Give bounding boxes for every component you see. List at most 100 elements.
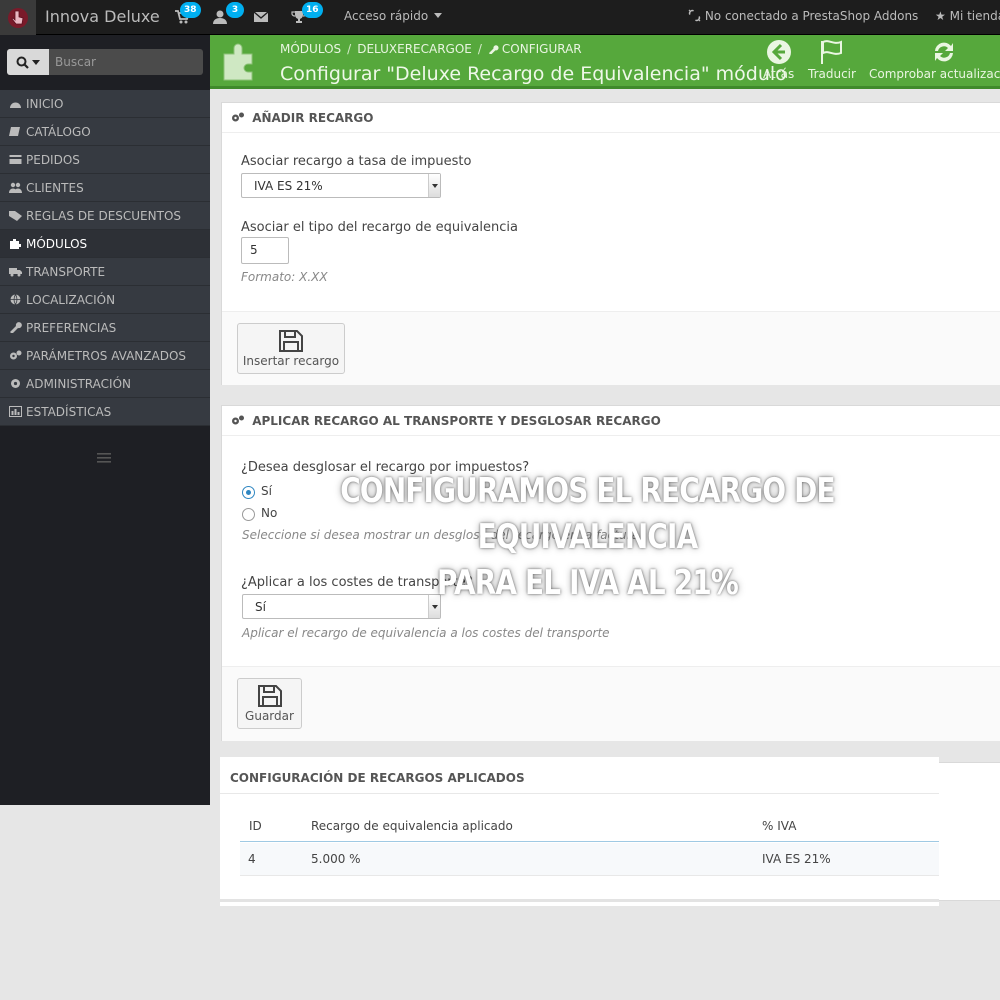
breadcrumb-module[interactable]: deluxerecargoe xyxy=(357,42,472,56)
sidebar-item-label: Estadísticas xyxy=(26,404,112,419)
flag-icon xyxy=(820,40,842,64)
translate-label: Traducir xyxy=(808,67,856,81)
users-icon xyxy=(9,182,22,193)
quick-access-label: Acceso rápido xyxy=(344,9,429,23)
addons-status-link[interactable]: No conectado a PrestaShop Addons xyxy=(688,9,918,23)
column-header-tax[interactable]: % IVA xyxy=(762,819,796,833)
credit-card-icon xyxy=(9,155,22,164)
prestashop-logo[interactable] xyxy=(0,0,36,35)
breadcrumb: Módulos / deluxerecargoe / Configurar xyxy=(280,42,582,56)
insert-surcharge-label: Insertar recargo xyxy=(242,354,340,368)
sidebar-item-label: Inicio xyxy=(26,96,64,111)
cogs-icon xyxy=(10,350,22,360)
sidebar-item-label: Parámetros avanzados xyxy=(26,348,187,363)
floppy-disk-icon xyxy=(257,685,282,707)
my-shop-label: Mi tienda xyxy=(949,9,1000,23)
collapse-menu-icon[interactable] xyxy=(97,452,111,464)
breakdown-yes-label[interactable]: Sí xyxy=(261,484,272,498)
sidebar-item-inicio[interactable]: Inicio xyxy=(0,90,210,118)
cogs-icon xyxy=(232,415,244,425)
promo-caption: Configuramos el recargo de equivalencia … xyxy=(294,468,880,606)
sidebar-item-estadisticas[interactable]: Estadísticas xyxy=(0,398,210,426)
applied-surcharges-highlight: Configuración de recargos aplicados ID R… xyxy=(220,757,939,906)
floppy-disk-icon xyxy=(279,330,303,352)
promo-caption-line-1: Configuramos el recargo de equivalencia xyxy=(340,471,835,557)
sidebar-item-pedidos[interactable]: Pedidos xyxy=(0,146,210,174)
dashboard-icon xyxy=(10,102,21,108)
check-update-button[interactable]: Comprobar actualización xyxy=(869,39,1000,81)
surcharge-type-label: Asociar el tipo del recargo de equivalen… xyxy=(241,220,518,235)
sidebar-item-parametros-avanzados[interactable]: Parámetros avanzados xyxy=(0,342,210,370)
panel-heading-text: Configuración de recargos aplicados xyxy=(230,771,525,785)
sidebar-item-label: Clientes xyxy=(26,180,84,195)
quick-access-dropdown[interactable]: Acceso rápido xyxy=(344,9,443,23)
caret-down-icon xyxy=(434,13,443,18)
panel-heading: Configuración de recargos aplicados xyxy=(220,763,939,794)
promo-caption-line-2: para el IVA al 21% xyxy=(436,563,739,603)
sidebar-item-preferencias[interactable]: Preferencias xyxy=(0,314,210,342)
envelope-icon[interactable] xyxy=(253,9,269,25)
puzzle-icon xyxy=(10,239,21,249)
sidebar-item-transporte[interactable]: Transporte xyxy=(0,258,210,286)
panel-heading-text: Añadir recargo xyxy=(252,111,374,125)
save-label: Guardar xyxy=(245,709,294,723)
shipping-selected-value: Sí xyxy=(255,600,266,614)
sidebar-item-localizacion[interactable]: Localización xyxy=(0,286,210,314)
truck-icon xyxy=(9,268,22,277)
orders-badge: 38 xyxy=(180,2,201,18)
breakdown-no-radio[interactable] xyxy=(242,508,255,521)
back-button[interactable]: Atrás xyxy=(763,39,794,81)
globe-icon xyxy=(10,294,21,305)
breadcrumb-modules[interactable]: Módulos xyxy=(280,42,341,56)
tax-rule-label: Asociar recargo a tasa de impuesto xyxy=(241,154,472,169)
table-header-divider xyxy=(240,841,939,842)
caret-down-icon xyxy=(32,59,40,65)
page-title: Configurar "Deluxe Recargo de Equivalenc… xyxy=(280,63,787,85)
my-shop-link[interactable]: ★ Mi tienda xyxy=(935,9,1000,23)
surcharge-type-input[interactable]: 5 xyxy=(241,237,289,264)
sidebar-item-administracion[interactable]: Administración xyxy=(0,370,210,398)
surcharge-form-highlight: Asociar recargo a tasa de impuesto IVA E… xyxy=(227,139,518,307)
panel-heading-text: Aplicar recargo al transporte y desglosa… xyxy=(252,414,661,428)
sidebar-item-modulos[interactable]: Módulos xyxy=(0,230,210,258)
bar-chart-icon xyxy=(9,406,22,417)
star-icon: ★ xyxy=(935,9,946,23)
cog-icon xyxy=(11,379,20,388)
trophy-badge: 16 xyxy=(302,2,323,18)
sidebar-menu: Inicio Catálogo Pedidos Clientes Reglas … xyxy=(0,90,210,426)
breakdown-no-label[interactable]: No xyxy=(261,506,277,520)
sidebar-item-label: Transporte xyxy=(26,264,106,279)
sidebar-item-catalogo[interactable]: Catálogo xyxy=(0,118,210,146)
column-header-surcharge[interactable]: Recargo de equivalencia aplicado xyxy=(311,819,513,833)
chain-broken-icon xyxy=(688,9,701,22)
page-header: Módulos / deluxerecargoe / Configurar Config… xyxy=(210,35,1000,89)
module-puzzle-icon xyxy=(223,43,253,81)
sidebar-search xyxy=(7,49,203,75)
breakdown-yes-radio[interactable] xyxy=(242,486,255,499)
translate-button[interactable]: Traducir xyxy=(808,39,856,81)
save-button[interactable]: Guardar xyxy=(237,678,302,729)
sidebar-item-label: Pedidos xyxy=(26,152,80,167)
arrow-circle-left-icon xyxy=(766,40,791,64)
wrench-icon xyxy=(10,322,22,333)
customers-badge: 3 xyxy=(226,2,244,18)
sidebar-item-label: Reglas de descuentos xyxy=(26,208,182,223)
search-type-button[interactable] xyxy=(7,49,49,75)
back-label: Atrás xyxy=(763,67,795,81)
cogs-icon xyxy=(232,112,244,122)
table-row[interactable]: 4 5.000 % IVA ES 21% xyxy=(240,843,939,876)
search-input[interactable] xyxy=(55,49,203,75)
cell-tax: IVA ES 21% xyxy=(762,852,831,866)
sidebar-item-reglas-descuentos[interactable]: Reglas de descuentos xyxy=(0,202,210,230)
sidebar-item-clientes[interactable]: Clientes xyxy=(0,174,210,202)
panel-bottom-border xyxy=(220,899,939,902)
tax-rule-select[interactable]: IVA ES 21% xyxy=(241,173,441,198)
book-icon xyxy=(9,127,20,136)
column-header-id[interactable]: ID xyxy=(249,819,262,833)
tag-icon xyxy=(9,211,22,221)
refresh-icon xyxy=(934,42,953,62)
shop-name[interactable]: Innova Deluxe xyxy=(45,7,160,26)
select-arrow-icon xyxy=(428,174,440,197)
insert-surcharge-button[interactable]: Insertar recargo xyxy=(237,323,345,374)
top-navbar: Innova Deluxe 38 3 16 Acceso rápido No c… xyxy=(0,0,1000,35)
